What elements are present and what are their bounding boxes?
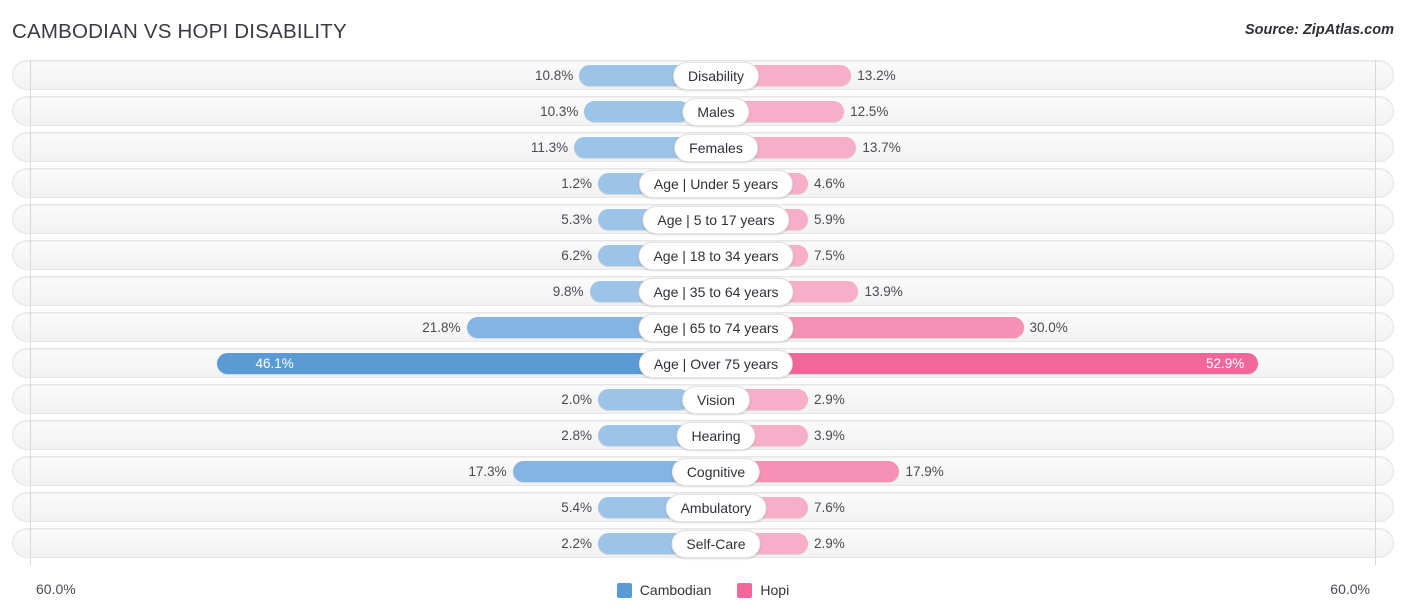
value-label-cambodian: 2.2% bbox=[561, 536, 592, 551]
category-label-pill[interactable]: Males bbox=[682, 98, 750, 126]
value-label-hopi: 3.9% bbox=[814, 428, 845, 443]
category-label-pill[interactable]: Age | 65 to 74 years bbox=[638, 314, 794, 342]
value-label-cambodian: 17.3% bbox=[468, 464, 507, 479]
category-label-pill[interactable]: Ambulatory bbox=[665, 494, 767, 522]
legend-item[interactable]: Cambodian bbox=[616, 582, 712, 598]
category-label-pill[interactable]: Hearing bbox=[676, 422, 756, 450]
bar-hopi[interactable] bbox=[716, 353, 1259, 374]
table-row[interactable]: 2.0% 2.9% Vision bbox=[12, 384, 1394, 414]
page-title: CAMBODIAN VS HOPI DISABILITY bbox=[12, 20, 347, 43]
value-label-cambodian: 21.8% bbox=[422, 320, 461, 335]
table-row[interactable]: 9.8% 13.9% Age | 35 to 64 years bbox=[12, 276, 1394, 306]
legend-swatch-icon bbox=[737, 582, 753, 598]
value-label-hopi: 52.9% bbox=[1205, 356, 1245, 371]
category-label-pill[interactable]: Age | 18 to 34 years bbox=[638, 242, 794, 270]
chart-plot-area: 10.8% 13.2% Disability 10.3% 12.5% Males 11.3%… bbox=[0, 60, 1406, 573]
axis-gridline-right bbox=[1375, 60, 1376, 565]
table-row[interactable]: 21.8% 30.0% Age | 65 to 74 years bbox=[12, 312, 1394, 342]
table-row[interactable]: 1.2% 4.6% Age | Under 5 years bbox=[12, 168, 1394, 198]
value-label-cambodian: 1.2% bbox=[561, 176, 592, 191]
category-label-pill[interactable]: Age | Under 5 years bbox=[638, 170, 794, 198]
table-row[interactable]: 10.8% 13.2% Disability bbox=[12, 60, 1394, 90]
value-label-cambodian: 10.3% bbox=[540, 104, 579, 119]
chart-footer: 60.0% 60.0% Cambodian Hopi bbox=[0, 573, 1406, 612]
category-label-pill[interactable]: Age | 5 to 17 years bbox=[642, 206, 790, 234]
value-label-cambodian: 5.3% bbox=[561, 212, 592, 227]
bar-cambodian[interactable] bbox=[512, 461, 690, 482]
table-row[interactable]: 6.2% 7.5% Age | 18 to 34 years bbox=[12, 240, 1394, 270]
value-label-hopi: 17.9% bbox=[905, 464, 944, 479]
value-label-hopi: 7.5% bbox=[814, 248, 845, 263]
table-row[interactable]: 2.8% 3.9% Hearing bbox=[12, 420, 1394, 450]
value-label-hopi: 2.9% bbox=[814, 392, 845, 407]
value-label-hopi: 30.0% bbox=[1029, 320, 1068, 335]
table-row[interactable]: 5.4% 7.6% Ambulatory bbox=[12, 492, 1394, 522]
value-label-hopi: 13.9% bbox=[864, 284, 903, 299]
table-row[interactable]: 46.1% 52.9% Age | Over 75 years bbox=[12, 348, 1394, 378]
value-label-hopi: 12.5% bbox=[850, 104, 889, 119]
bar-row-list: 10.8% 13.2% Disability 10.3% 12.5% Males 11.3%… bbox=[0, 60, 1406, 558]
value-label-cambodian: 10.8% bbox=[535, 68, 574, 83]
category-label-pill[interactable]: Females bbox=[674, 134, 758, 162]
value-label-hopi: 4.6% bbox=[814, 176, 845, 191]
legend-item-label: Hopi bbox=[760, 582, 790, 598]
value-label-cambodian: 2.8% bbox=[561, 428, 592, 443]
value-label-cambodian: 5.4% bbox=[561, 500, 592, 515]
table-row[interactable]: 2.2% 2.9% Self-Care bbox=[12, 528, 1394, 558]
table-row[interactable]: 11.3% 13.7% Females bbox=[12, 132, 1394, 162]
value-label-hopi: 2.9% bbox=[814, 536, 845, 551]
source-attribution: Source: ZipAtlas.com bbox=[1244, 22, 1394, 38]
value-label-hopi: 13.2% bbox=[857, 68, 896, 83]
bar-cambodian[interactable] bbox=[598, 389, 690, 410]
category-label-pill[interactable]: Disability bbox=[672, 62, 760, 90]
chart-page: CAMBODIAN VS HOPI DISABILITY Source: Zip… bbox=[0, 0, 1406, 612]
table-row[interactable]: 5.3% 5.9% Age | 5 to 17 years bbox=[12, 204, 1394, 234]
axis-gridline-left bbox=[30, 60, 31, 565]
table-row[interactable]: 10.3% 12.5% Males bbox=[12, 96, 1394, 126]
bar-cambodian[interactable] bbox=[584, 101, 690, 122]
value-label-cambodian: 6.2% bbox=[561, 248, 592, 263]
legend-swatch-icon bbox=[616, 582, 632, 598]
category-label-pill[interactable]: Cognitive bbox=[671, 458, 761, 486]
value-label-cambodian: 11.3% bbox=[530, 140, 569, 155]
value-label-hopi: 13.7% bbox=[862, 140, 901, 155]
value-label-cambodian: 2.0% bbox=[561, 392, 592, 407]
value-label-cambodian: 46.1% bbox=[255, 356, 294, 371]
category-label-pill[interactable]: Age | Over 75 years bbox=[638, 350, 794, 378]
value-label-hopi: 7.6% bbox=[814, 500, 845, 515]
legend-item[interactable]: Hopi bbox=[737, 582, 789, 598]
value-label-hopi: 5.9% bbox=[814, 212, 845, 227]
value-label-cambodian: 9.8% bbox=[552, 284, 584, 299]
category-label-pill[interactable]: Age | 35 to 64 years bbox=[638, 278, 794, 306]
category-label-pill[interactable]: Vision bbox=[682, 386, 750, 414]
bar-cambodian[interactable] bbox=[574, 137, 690, 158]
category-label-pill[interactable]: Self-Care bbox=[671, 530, 761, 558]
chart-header: CAMBODIAN VS HOPI DISABILITY Source: Zip… bbox=[0, 0, 1406, 60]
table-row[interactable]: 17.3% 17.9% Cognitive bbox=[12, 456, 1394, 486]
chart-legend: Cambodian Hopi bbox=[0, 582, 1406, 598]
legend-item-label: Cambodian bbox=[639, 582, 712, 598]
